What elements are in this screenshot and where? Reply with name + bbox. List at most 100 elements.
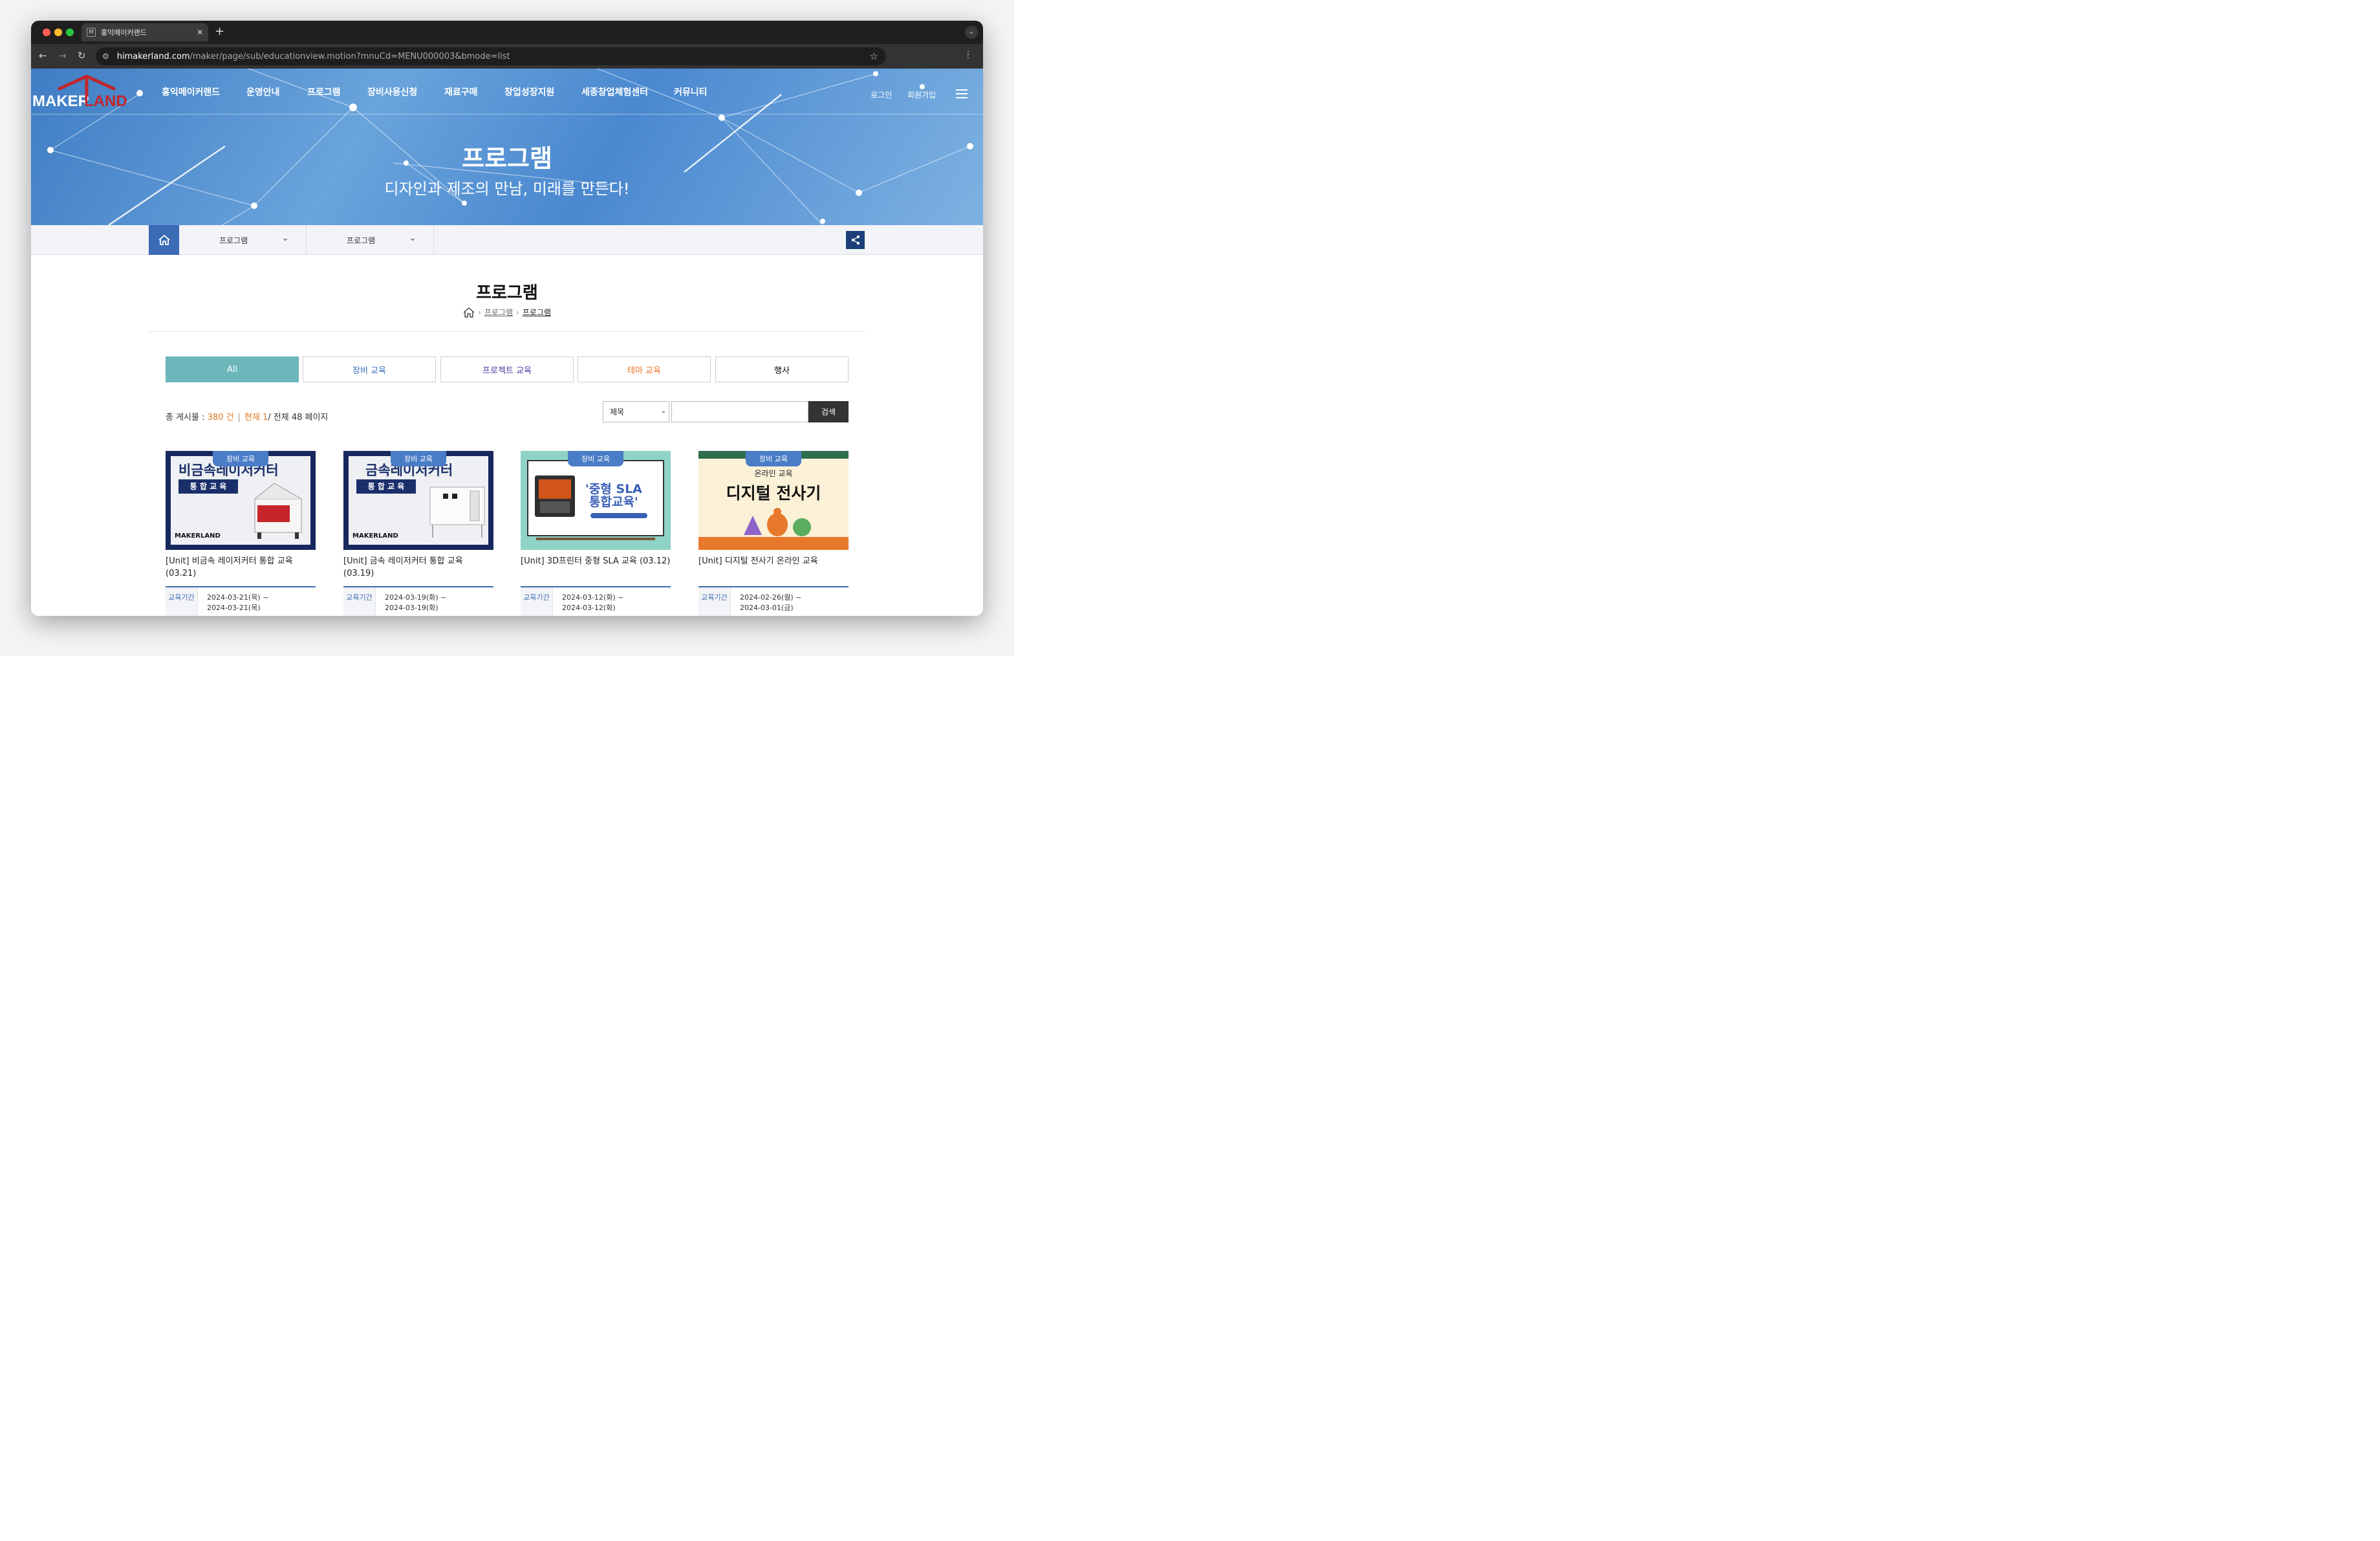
chevron-down-icon: ⌄ <box>281 233 289 243</box>
search-field-select[interactable]: 제목 ⌄ <box>603 401 669 422</box>
thumb-pill <box>590 513 647 518</box>
tab-title: 홍익메이커랜드 <box>101 28 147 37</box>
program-card[interactable]: 금속레이저커터 통 합 교 육 MAKERLAND 장비 교육 [Unit] 금… <box>343 451 493 616</box>
card-title[interactable]: [Unit] 3D프린터 중형 SLA 교육 (03.12) <box>521 555 671 580</box>
thumb-logo: MAKERLAND <box>352 532 398 540</box>
current-page: 현재 1 <box>244 413 268 422</box>
period-end: 2024-03-01(금) <box>740 604 794 612</box>
location-dropdown-2-label: 프로그램 <box>347 235 376 245</box>
total-label: 총 게시물 : <box>166 413 208 422</box>
makerland-logo[interactable]: MAKER LAND <box>32 74 129 110</box>
card-badge: 장비 교육 <box>213 451 268 466</box>
title-divider <box>149 331 865 332</box>
browser-window: M 홍익메이커랜드 ✕ + ⌄ ← → ↻ ⚙ himakerland.com … <box>31 21 983 616</box>
breadcrumb-separator: › <box>478 307 481 317</box>
reload-icon[interactable]: ↻ <box>78 50 86 61</box>
total-value: 380 건 <box>207 413 234 422</box>
category-tab-event[interactable]: 행사 <box>715 356 849 382</box>
count-separator: | <box>237 413 241 422</box>
tab-search-chevron-icon[interactable]: ⌄ <box>965 26 978 39</box>
nav-item-makerland[interactable]: 홍익메이커랜드 <box>162 85 220 98</box>
logo-maker-text: MAKER <box>32 93 89 110</box>
location-dropdown-1[interactable]: 프로그램 ⌄ <box>179 225 307 255</box>
kebab-menu-icon[interactable]: ⋮ <box>964 50 973 60</box>
nav-item-startup[interactable]: 창업성장지원 <box>504 85 554 98</box>
nav-item-community[interactable]: 커뮤니티 <box>674 85 708 98</box>
thumb-logo: MAKERLAND <box>175 532 221 540</box>
card-title[interactable]: [Unit] 금속 레이저커터 통합 교육 (03.19) <box>343 555 493 580</box>
sla-printer-illustration <box>535 475 575 517</box>
card-thumbnail[interactable]: '중형 SLA 통합교육' 장비 교육 <box>521 451 671 550</box>
period-label: 교육기간 <box>698 587 731 616</box>
metal-laser-illustration <box>429 486 485 538</box>
nav-item-operation[interactable]: 운영안내 <box>246 85 280 98</box>
category-tab-all[interactable]: All <box>166 356 299 382</box>
search-button[interactable]: 검색 <box>808 401 849 422</box>
card-title[interactable]: [Unit] 디지털 전사기 온라인 교육 <box>698 555 849 580</box>
program-card[interactable]: '중형 SLA 통합교육' 장비 교육 [Unit] 3D프린터 중형 SLA … <box>521 451 671 616</box>
category-tab-theme[interactable]: 테마 교육 <box>578 356 711 382</box>
star-icon[interactable]: ☆ <box>870 50 878 62</box>
forward-arrow-icon[interactable]: → <box>58 50 67 61</box>
nav-item-materials[interactable]: 재료구매 <box>444 85 478 98</box>
home-button[interactable] <box>149 225 179 255</box>
card-period: 교육기간 2024-03-19(화) ~ 2024-03-19(화) <box>343 586 493 616</box>
program-card[interactable]: 온라인 교육 디지털 전사기 장비 교육 [Unit] 디지털 전사기 온라인 … <box>698 451 849 616</box>
period-end: 2024-03-21(목) <box>207 604 261 612</box>
card-thumbnail[interactable]: 온라인 교육 디지털 전사기 장비 교육 <box>698 451 849 550</box>
breadcrumb-item[interactable]: 프로그램 <box>484 307 513 318</box>
period-start: 2024-03-19(화) ~ <box>385 593 447 602</box>
card-badge: 장비 교육 <box>391 451 446 466</box>
close-window-button[interactable] <box>43 28 50 36</box>
thumb-subtitle: 온라인 교육 <box>754 469 793 478</box>
nav-item-program[interactable]: 프로그램 <box>307 85 341 98</box>
card-thumbnail[interactable]: 금속레이저커터 통 합 교 육 MAKERLAND 장비 교육 <box>343 451 493 550</box>
favicon-icon: M <box>87 28 96 37</box>
zoom-window-button[interactable] <box>66 28 74 36</box>
new-tab-button[interactable]: + <box>215 25 224 38</box>
share-button[interactable] <box>846 231 865 249</box>
card-period: 교육기간 2024-03-21(목) ~ 2024-03-21(목) <box>166 586 316 616</box>
back-arrow-icon[interactable]: ← <box>39 50 47 61</box>
easel-bar <box>536 538 655 540</box>
category-tabs: All 장비 교육 프로젝트 교육 테마 교육 행사 <box>166 356 849 382</box>
breadcrumb-home-icon[interactable] <box>463 307 475 318</box>
card-title[interactable]: [Unit] 비금속 레이저커터 통합 교육 (03.21) <box>166 555 316 580</box>
thumb-heading: 디지털 전사기 <box>726 484 821 503</box>
period-value: 2024-02-26(월) ~ 2024-03-01(금) <box>740 593 801 613</box>
signup-link[interactable]: 회원가입 <box>907 89 936 100</box>
location-dropdown-2[interactable]: 프로그램 ⌄ <box>307 225 434 255</box>
address-bar[interactable]: ⚙ himakerland.com /maker/page/sub/educat… <box>96 47 886 65</box>
nav-item-equipment[interactable]: 장비사용신청 <box>367 85 417 98</box>
total-pages: / 전체 48 페이지 <box>268 413 329 422</box>
hamburger-icon[interactable] <box>956 89 968 101</box>
period-label: 교육기간 <box>166 587 198 616</box>
category-tab-equipment[interactable]: 장비 교육 <box>303 356 436 382</box>
period-value: 2024-03-19(화) ~ 2024-03-19(화) <box>385 593 446 613</box>
card-period: 교육기간 2024-02-26(월) ~ 2024-03-01(금) <box>698 586 849 616</box>
period-value: 2024-03-12(화) ~ 2024-03-12(화) <box>562 593 623 613</box>
tab-strip: M 홍익메이커랜드 ✕ + ⌄ <box>31 21 983 44</box>
period-label: 교육기간 <box>343 587 376 616</box>
period-end: 2024-03-12(화) <box>562 604 616 612</box>
program-card[interactable]: 비금속레이저커터 통 합 교 육 MAKERLAND 장비 교육 [Unit] … <box>166 451 316 616</box>
browser-toolbar: ← → ↻ ⚙ himakerland.com /maker/page/sub/… <box>31 44 983 69</box>
period-value: 2024-03-21(목) ~ 2024-03-21(목) <box>207 593 268 613</box>
card-badge: 장비 교육 <box>568 451 623 466</box>
page-title: 프로그램 <box>476 283 538 303</box>
site-settings-icon[interactable]: ⚙ <box>102 52 109 61</box>
category-tab-project[interactable]: 프로젝트 교육 <box>440 356 574 382</box>
breadcrumb-current[interactable]: 프로그램 <box>523 307 551 318</box>
card-thumbnail[interactable]: 비금속레이저커터 통 합 교 육 MAKERLAND 장비 교육 <box>166 451 316 550</box>
browser-tab[interactable]: M 홍익메이커랜드 ✕ <box>81 23 208 41</box>
search-input[interactable] <box>671 401 808 422</box>
thumb-subtitle: 통 합 교 육 <box>178 479 238 494</box>
period-label: 교육기간 <box>521 587 553 616</box>
laser-cutter-illustration <box>254 483 302 539</box>
close-tab-icon[interactable]: ✕ <box>197 28 203 37</box>
minimize-window-button[interactable] <box>54 28 62 36</box>
location-bar: 프로그램 ⌄ 프로그램 ⌄ <box>31 225 983 255</box>
hero-banner: MAKER LAND 홍익메이커랜드 운영안내 프로그램 장비사용신청 재료구매… <box>31 69 983 225</box>
login-link[interactable]: 로그인 <box>871 89 892 100</box>
nav-item-sejong[interactable]: 세종창업체험센터 <box>581 85 648 98</box>
